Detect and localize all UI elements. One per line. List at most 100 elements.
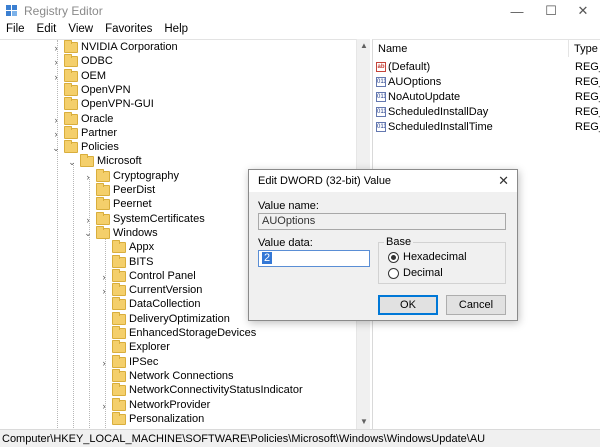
expand-chevron-icon[interactable]: › [100,272,108,282]
expand-chevron-icon[interactable]: › [100,286,108,296]
tree-node-partner[interactable]: › Partner [0,125,356,141]
value-row[interactable]: 011ScheduledInstallTime REG_D [376,119,600,134]
dialog-close-icon[interactable]: ✕ [498,173,509,189]
menu-edit[interactable]: Edit [31,22,63,39]
close-button[interactable]: ✕ [566,0,600,22]
edit-dword-dialog: Edit DWORD (32-bit) Value ✕ Value name: … [248,169,518,321]
collapse-chevron-icon[interactable]: ⌄ [68,157,76,167]
decimal-label: Decimal [403,267,443,279]
tree-node-enhancedstoragedevices[interactable]: EnhancedStorageDevices [0,326,356,341]
folder-icon [64,125,78,139]
tree-node-oem[interactable]: › OEM [0,68,356,84]
folder-icon [64,111,78,125]
folder-icon [112,254,126,268]
menu-bar: File Edit View Favorites Help [0,22,600,39]
menu-file[interactable]: File [0,22,31,39]
value-name-label: Value name: [258,200,319,212]
folder-icon [64,40,78,53]
tree-node-openvpn[interactable]: OpenVPN [0,82,356,98]
expand-chevron-icon[interactable]: › [84,215,92,225]
tree-node-networkprovider[interactable]: › NetworkProvider [0,397,356,413]
value-name: ScheduledInstallTime [388,120,493,133]
no-expander [100,243,108,253]
no-expander [52,86,60,96]
ok-button[interactable]: OK [378,295,438,315]
radio-decimal[interactable]: Decimal [388,267,443,279]
expand-chevron-icon[interactable]: › [52,72,60,82]
expand-chevron-icon[interactable]: › [100,401,108,411]
string-value-icon: ab [376,61,386,72]
tree-node-label: Oracle [81,112,114,125]
value-data-input[interactable]: 2 [258,250,370,267]
tree-node-label: Explorer [129,341,170,354]
scroll-up-arrow-icon[interactable]: ▲ [357,39,371,53]
expand-chevron-icon[interactable]: › [52,115,60,125]
tree-node-microsoft[interactable]: ⌄ Microsoft [0,154,356,169]
registry-editor-icon [6,5,17,16]
status-bar-path: Computer\HKEY_LOCAL_MACHINE\SOFTWARE\Pol… [0,429,600,447]
tree-node-nvidia-corporation[interactable]: › NVIDIA Corporation [0,40,356,55]
no-expander [100,300,108,310]
folder-icon [64,54,78,68]
expand-chevron-icon[interactable]: › [52,129,60,139]
tree-node-networkconnectivitystatusindicator[interactable]: NetworkConnectivityStatusIndicator [0,383,356,398]
tree-node-openvpn-gui[interactable]: OpenVPN-GUI [0,97,356,112]
folder-icon [64,97,78,111]
collapse-chevron-icon[interactable]: ⌄ [52,143,60,153]
radio-selected-icon [388,251,399,263]
tree-node-explorer[interactable]: Explorer [0,340,356,355]
expand-chevron-icon[interactable]: › [84,172,92,182]
folder-icon [96,183,110,196]
tree-node-label: NVIDIA Corporation [81,41,178,53]
menu-help[interactable]: Help [158,22,194,39]
tree-node-label: OpenVPN [81,83,131,96]
folder-icon [64,140,78,154]
tree-node-label: NetworkConnectivityStatusIndicator [129,384,303,397]
tree-node-policies[interactable]: ⌄ Policies [0,140,356,155]
expand-chevron-icon[interactable]: › [100,358,108,368]
dialog-title-bar: Edit DWORD (32-bit) Value ✕ [249,170,517,192]
no-expander [100,372,108,382]
value-row[interactable]: ab(Default) REG_S [376,59,600,74]
tree-node-label: NetworkProvider [129,398,211,411]
maximize-button[interactable]: ☐ [534,0,568,22]
tree-node-network-connections[interactable]: Network Connections [0,368,356,384]
binary-value-icon: 011 [376,106,386,117]
dialog-title: Edit DWORD (32-bit) Value [258,175,392,187]
no-expander [52,100,60,110]
cancel-button[interactable]: Cancel [446,295,506,315]
tree-node-label: ODBC [81,55,113,68]
folder-icon [64,68,78,82]
radio-hexadecimal[interactable]: Hexadecimal [388,251,467,263]
scroll-down-arrow-icon[interactable]: ▼ [357,415,371,429]
tree-node-label: Control Panel [129,269,196,282]
tree-node-label: EnhancedStorageDevices [129,327,257,339]
folder-icon [112,411,126,425]
tree-node-oracle[interactable]: › Oracle [0,111,356,127]
value-name-field: AUOptions [258,213,506,230]
tree-node-label: Network Connections [129,369,234,382]
folder-icon [112,326,126,339]
binary-value-icon: 011 [376,76,386,87]
tree-node-odbc[interactable]: › ODBC [0,54,356,69]
value-name: NoAutoUpdate [388,90,461,103]
collapse-chevron-icon[interactable]: ⌄ [84,228,92,239]
tree-node-label: Appx [129,241,155,254]
expand-chevron-icon[interactable]: › [52,57,60,67]
tree-node-personalization[interactable]: Personalization [0,411,356,427]
menu-view[interactable]: View [62,22,99,39]
value-row[interactable]: 011AUOptions REG_D [376,74,600,89]
tree-node-ipsec[interactable]: › IPSec [0,354,356,370]
value-row[interactable]: 011NoAutoUpdate REG_D [376,89,600,104]
menu-favorites[interactable]: Favorites [99,22,158,39]
column-header-name[interactable]: Name [373,40,568,57]
expand-chevron-icon[interactable]: › [52,43,60,53]
folder-icon [112,368,126,382]
folder-icon [96,168,110,182]
title-bar: Registry Editor — ☐ ✕ [0,0,600,22]
column-header-type[interactable]: Type [568,40,600,57]
value-row[interactable]: 011ScheduledInstallDay REG_D [376,104,600,119]
value-type: REG_D [575,105,600,118]
folder-icon [112,240,126,254]
minimize-button[interactable]: — [500,0,534,22]
